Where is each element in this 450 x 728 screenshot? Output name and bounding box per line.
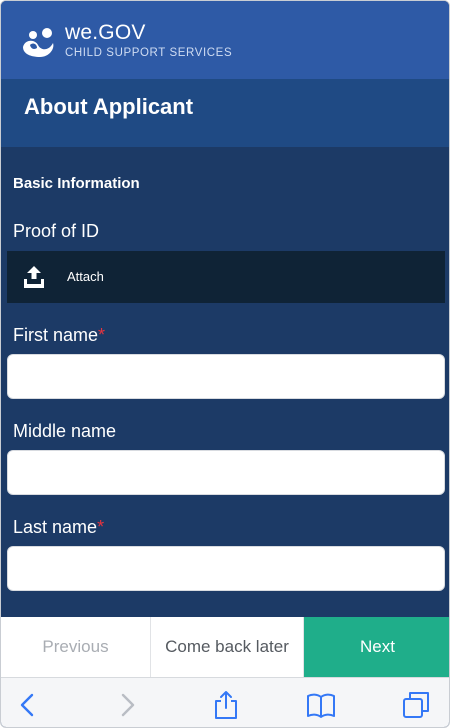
applicant-form: Basic Information Proof of ID Attach Fir…	[1, 147, 449, 617]
middle-name-label: Middle name	[13, 421, 116, 442]
brand-name: we.GOV	[65, 21, 146, 44]
come-back-later-button[interactable]: Come back later	[151, 617, 304, 677]
brand-subtitle: CHILD SUPPORT SERVICES	[65, 47, 233, 59]
forward-icon[interactable]	[112, 690, 142, 720]
brand-header: we.GOV CHILD SUPPORT SERVICES	[1, 1, 449, 79]
middle-name-label-text: Middle name	[13, 421, 117, 441]
share-icon[interactable]	[211, 690, 241, 720]
bookmarks-icon[interactable]	[306, 690, 336, 720]
upload-icon	[24, 266, 44, 288]
previous-button[interactable]: Previous	[1, 617, 151, 677]
browser-toolbar	[1, 677, 449, 727]
first-name-label-text: First name	[13, 325, 99, 345]
action-bar: Previous Come back later Next	[1, 617, 449, 677]
title-band: About Applicant	[1, 79, 449, 147]
attach-button[interactable]: Attach	[7, 251, 445, 303]
last-name-label-text: Last name	[13, 517, 98, 537]
required-marker: *	[98, 325, 106, 345]
wegov-logo-icon	[23, 28, 54, 57]
first-name-label: First name*	[13, 325, 105, 346]
first-name-input[interactable]	[7, 354, 445, 399]
last-name-label: Last name*	[13, 517, 104, 538]
attach-label: Attach	[67, 269, 104, 284]
proof-of-id-label: Proof of ID	[13, 221, 100, 241]
next-button[interactable]: Next	[304, 617, 449, 677]
tabs-icon[interactable]	[401, 690, 431, 720]
last-name-input[interactable]	[7, 546, 445, 591]
required-marker: *	[97, 517, 105, 537]
section-title: Basic Information	[13, 175, 140, 192]
page-title: About Applicant	[24, 94, 194, 119]
app-frame: we.GOV CHILD SUPPORT SERVICES About Appl…	[0, 0, 450, 728]
middle-name-input[interactable]	[7, 450, 445, 495]
back-icon[interactable]	[13, 690, 43, 720]
